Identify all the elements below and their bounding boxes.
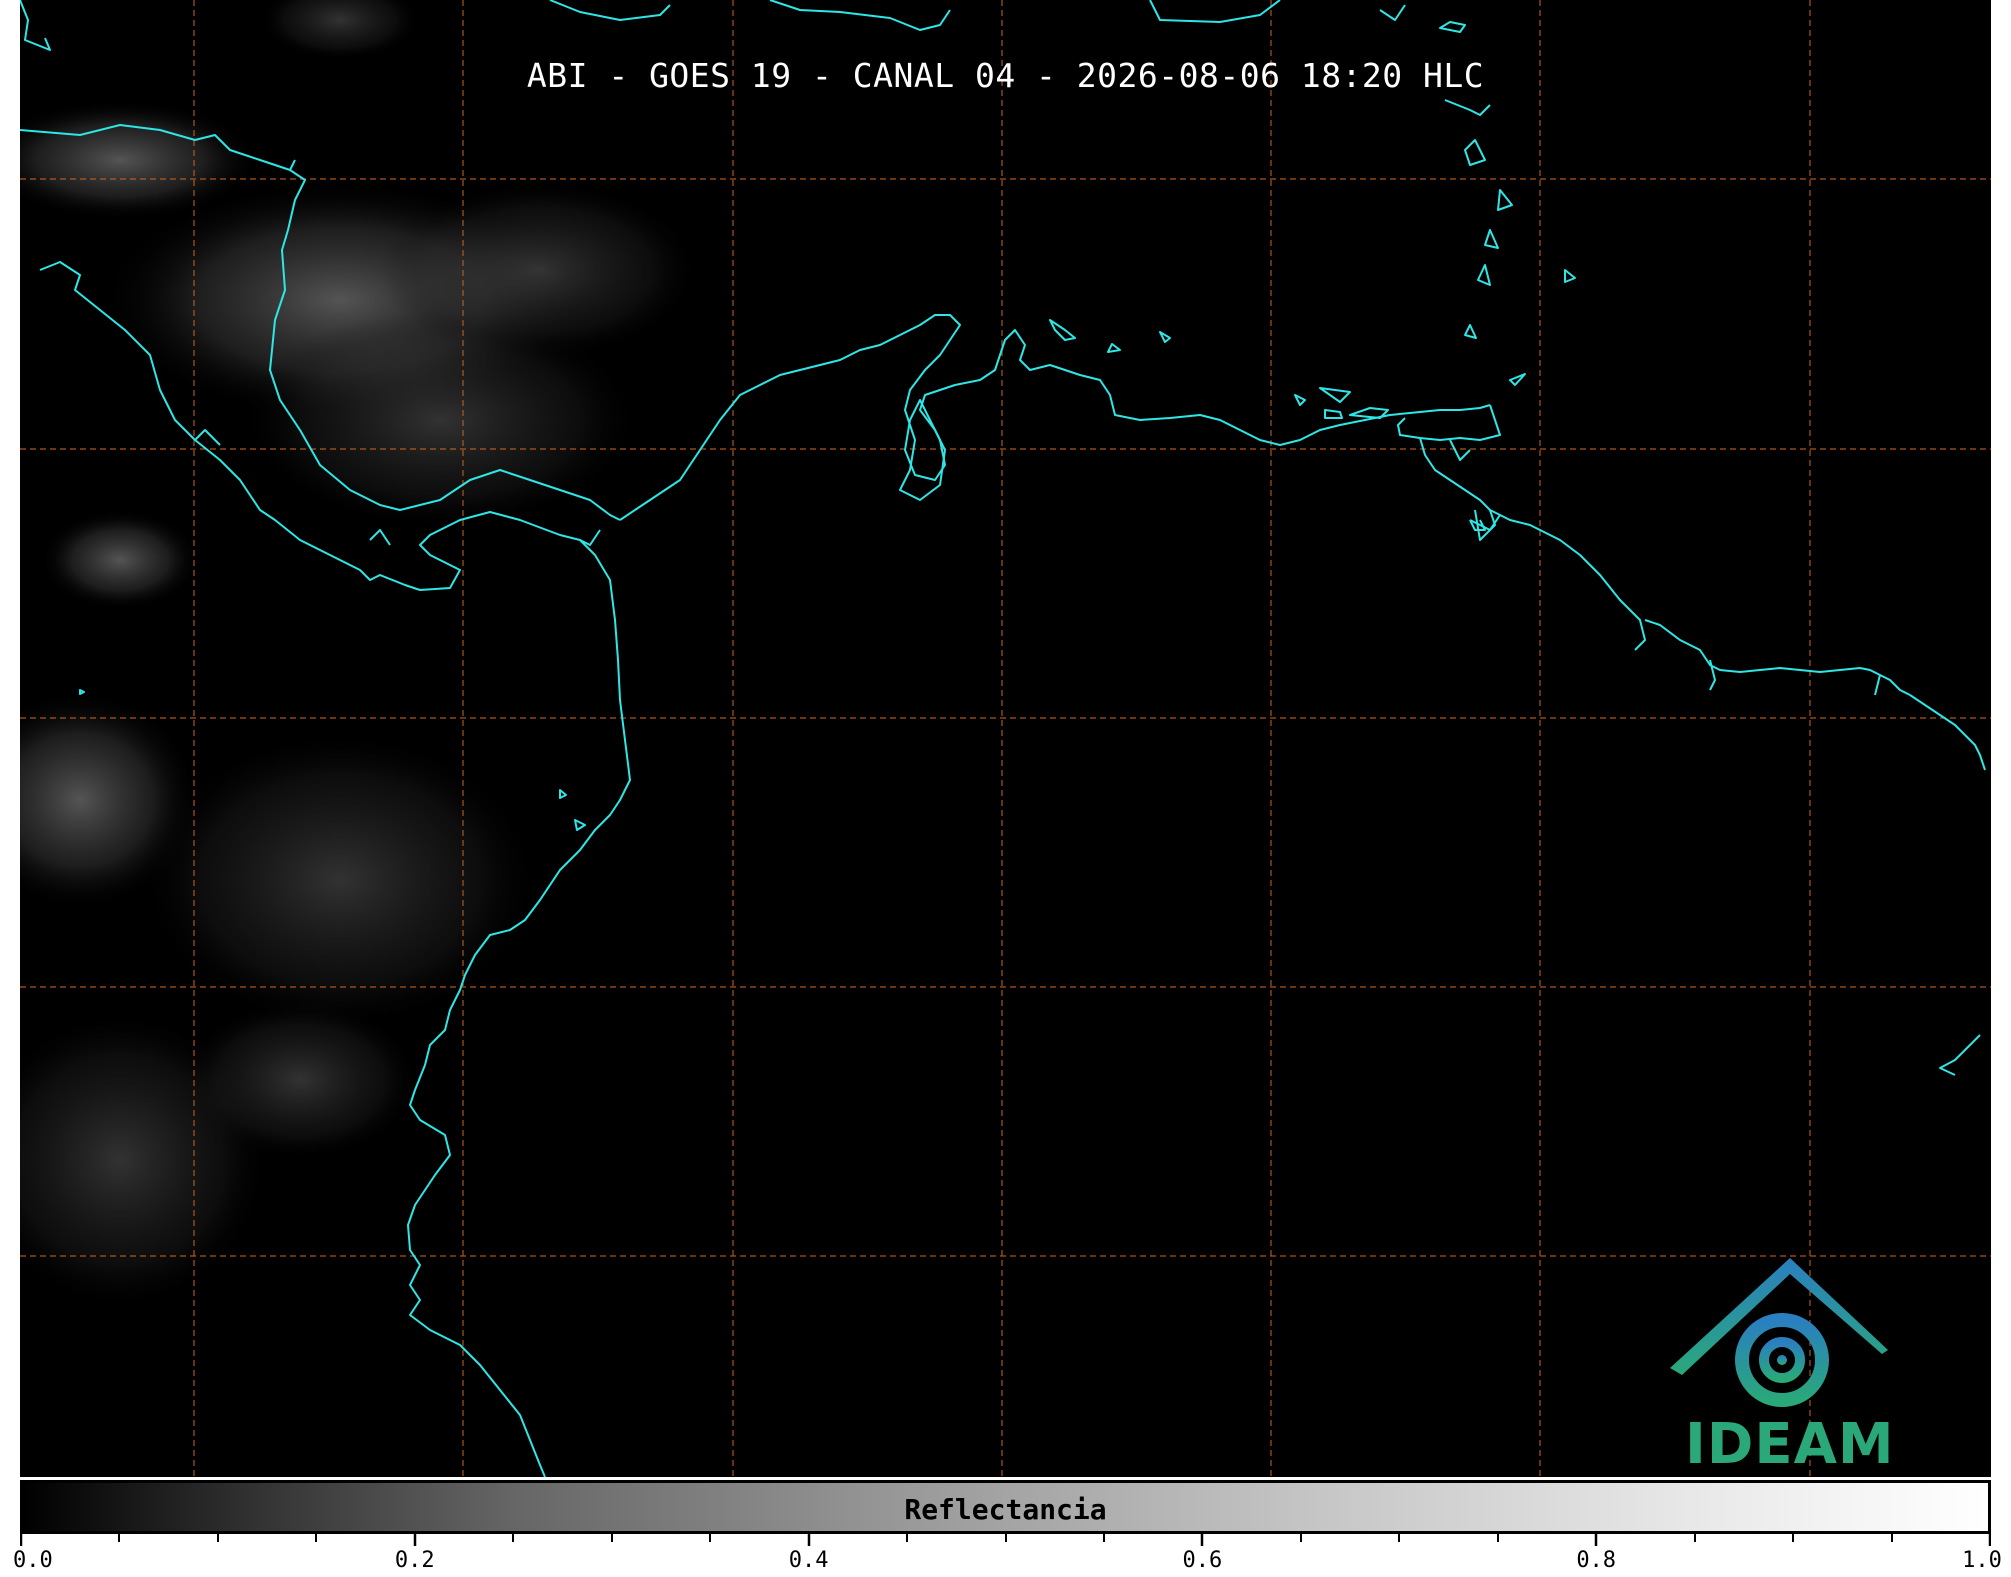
- tick-label: 1.0: [1962, 1548, 2002, 1573]
- image-title: ABI - GOES 19 - CANAL 04 - 2026-08-06 18…: [526, 56, 1485, 95]
- cloud-layer: [20, 0, 700, 1310]
- colorbar-label: Reflectancia: [904, 1493, 1107, 1526]
- colorbar: Reflectancia: [20, 1480, 1991, 1534]
- tick-label: 0.0: [13, 1548, 53, 1573]
- logo-text: IDEAM: [1685, 1412, 1895, 1477]
- tick-label: 0.8: [1576, 1548, 1617, 1573]
- tick-label: 0.2: [394, 1548, 435, 1573]
- colorbar-tick-labels: 0.0 0.2 0.4 0.6 0.8 1.0: [13, 1534, 2002, 1577]
- tick-label: 0.6: [1182, 1548, 1223, 1573]
- tick-label: 0.4: [788, 1548, 829, 1573]
